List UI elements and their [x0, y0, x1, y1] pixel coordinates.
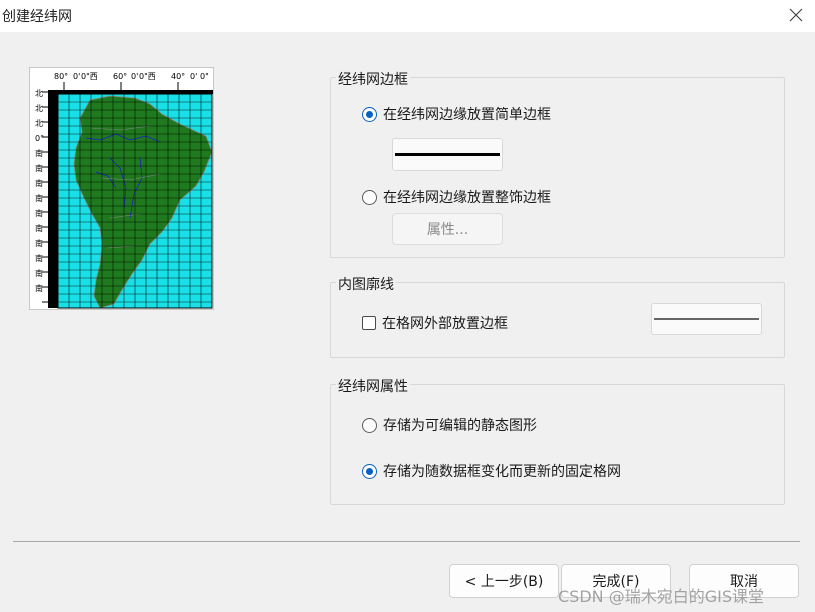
- line-style-preview: [395, 153, 500, 156]
- graticule-preview: 80° 0' 0"西 60° 0' 0"西 40° 0' 0" 北 北 北 0°…: [29, 67, 214, 310]
- radio-decorative-border-label: 在经纬网边缘放置整饰边框: [383, 190, 551, 206]
- checkbox-outside-border-label: 在格网外部放置边框: [382, 316, 508, 332]
- preview-side-label: 0°: [35, 134, 44, 143]
- preview-side-label: 北: [35, 89, 43, 98]
- preview-side-label: 南: [35, 208, 43, 218]
- watermark-text: CSDN @瑞木宛白的GIS课堂: [558, 587, 764, 606]
- preview-side-label: 南: [35, 178, 43, 188]
- radio-simple-border-indicator[interactable]: [362, 106, 377, 122]
- radio-static-graphics-label: 存储为可编辑的静态图形: [383, 418, 537, 434]
- radio-decorative-border-indicator[interactable]: [362, 189, 377, 205]
- radio-fixed-grid-indicator[interactable]: [362, 463, 377, 479]
- preview-top-label: 0"西: [139, 72, 156, 81]
- preview-side-label: 北: [35, 119, 43, 128]
- border-group-label: 经纬网边框: [336, 69, 410, 89]
- preview-top-label: 60°: [113, 72, 127, 81]
- preview-top-label: 80°: [54, 72, 68, 81]
- radio-fixed-grid-label: 存储为随数据框变化而更新的固定格网: [383, 464, 621, 480]
- preview-side-label: 南: [35, 193, 43, 203]
- radio-simple-border-label: 在经纬网边缘放置简单边框: [383, 107, 551, 123]
- preview-side-label: 南: [35, 238, 43, 248]
- radio-decorative-border[interactable]: 在经纬网边缘放置整饰边框: [362, 187, 551, 207]
- close-icon: [789, 8, 803, 22]
- checkbox-outside-border-box[interactable]: [362, 316, 376, 330]
- preview-top-label: 40°: [171, 72, 185, 81]
- preview-top-label: 0"西: [81, 72, 98, 81]
- preview-side-label: 北: [35, 104, 43, 113]
- preview-side-label: 南: [35, 223, 43, 233]
- graticule-properties-label: 经纬网属性: [336, 376, 410, 396]
- preview-top-label: 0': [131, 72, 138, 81]
- checkbox-outside-border[interactable]: 在格网外部放置边框: [362, 313, 508, 333]
- simple-border-style-swatch[interactable]: [392, 138, 503, 171]
- preview-side-label: 南: [35, 283, 43, 293]
- preview-top-label: 0': [190, 72, 197, 81]
- graticule-properties-group: [330, 384, 785, 505]
- preview-top-label: 0": [200, 72, 209, 81]
- preview-map: 80° 0' 0"西 60° 0' 0"西 40° 0' 0" 北 北 北 0°…: [30, 68, 213, 309]
- neatline-style-swatch[interactable]: [651, 303, 762, 335]
- footer-divider: [13, 541, 800, 542]
- preview-side-label: 南: [35, 148, 43, 158]
- preview-side-label: 南: [35, 163, 43, 173]
- title-bar: 创建经纬网: [0, 0, 815, 32]
- window-title: 创建经纬网: [2, 9, 72, 25]
- close-button[interactable]: [785, 4, 807, 26]
- preview-side-label: 南: [35, 253, 43, 263]
- preview-top-label: 0': [73, 72, 80, 81]
- properties-button[interactable]: 属性...: [392, 213, 503, 245]
- neatline-group-label: 内图廓线: [336, 274, 396, 294]
- radio-static-graphics[interactable]: 存储为可编辑的静态图形: [362, 415, 537, 435]
- preview-side-label: 南: [35, 268, 43, 278]
- radio-static-graphics-indicator[interactable]: [362, 417, 377, 433]
- back-button[interactable]: < 上一步(B): [449, 564, 559, 598]
- create-graticule-dialog: 创建经纬网 80° 0' 0"西 60° 0' 0"西 40° 0' 0" 北 …: [0, 0, 815, 612]
- radio-fixed-grid[interactable]: 存储为随数据框变化而更新的固定格网: [362, 461, 621, 481]
- radio-simple-border[interactable]: 在经纬网边缘放置简单边框: [362, 104, 551, 124]
- line-style-preview: [654, 318, 759, 320]
